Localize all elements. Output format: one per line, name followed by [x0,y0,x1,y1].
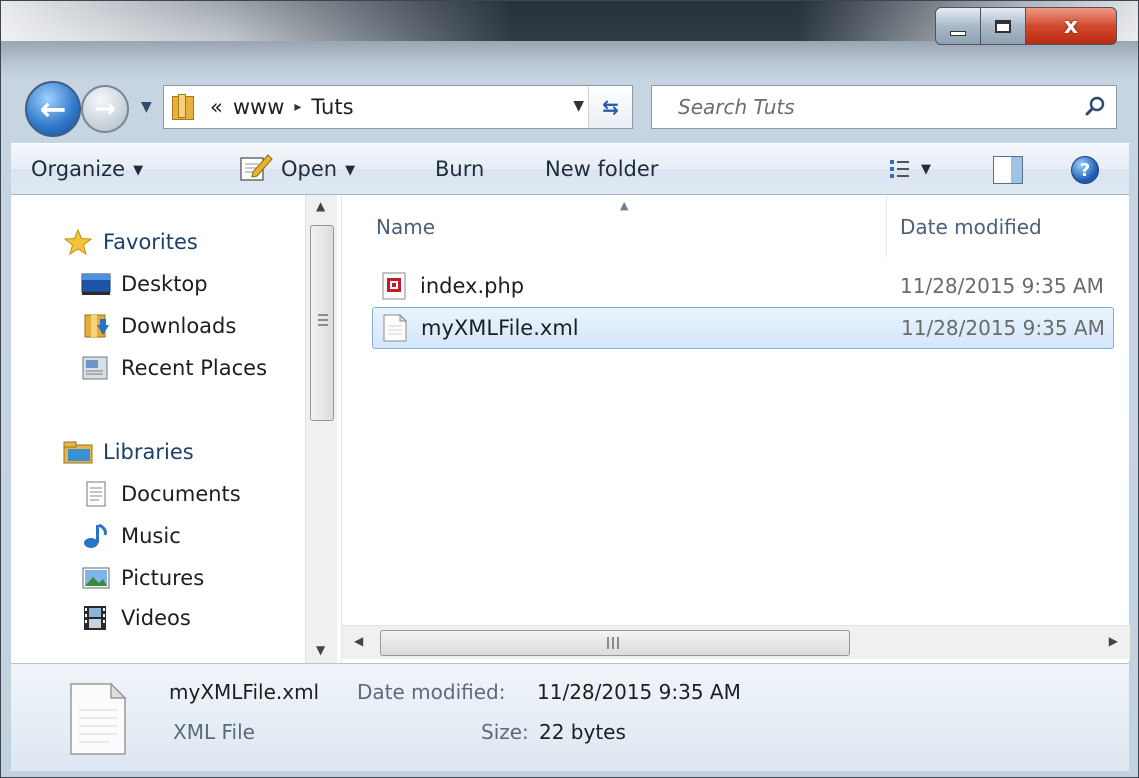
star-icon [63,229,93,255]
scroll-right-icon[interactable]: ▶ [1109,634,1118,648]
organize-dropdown-icon: ▼ [133,162,144,178]
nav-documents[interactable]: Documents [81,475,241,513]
new-folder-button[interactable]: New folder [545,157,658,181]
details-size-value: 22 bytes [539,720,626,744]
navigation-row: ← → ▼ « www ▸ Tuts ▼ ⇆ [1,63,1138,143]
scroll-up-icon[interactable]: ▲ [316,199,325,213]
organize-button[interactable]: Organize ▼ [31,157,143,181]
open-icon[interactable] [239,150,273,184]
recent-pages-dropdown[interactable]: ▼ [141,99,152,115]
nav-favorites[interactable]: Favorites [63,223,198,261]
file-row-index-php[interactable]: index.php 11/28/2015 9:35 AM [372,265,1114,307]
details-filename: myXMLFile.xml [169,680,320,704]
breadcrumb-www[interactable]: www [233,95,285,119]
horizontal-scrollbar[interactable]: ◀ ▶ [342,625,1130,659]
file-date: 11/28/2015 9:35 AM [901,316,1105,340]
folder-icon [172,94,200,120]
details-pane: myXMLFile.xml Date modified: 11/28/2015 … [11,663,1129,771]
nav-pictures[interactable]: Pictures [81,559,204,597]
file-name: index.php [420,274,525,298]
maximize-button[interactable] [980,7,1026,45]
recent-places-icon [82,356,108,380]
column-header-date-modified[interactable]: Date modified [900,215,1042,239]
file-row-myxmlfile-xml[interactable]: myXMLFile.xml 11/28/2015 9:35 AM [372,307,1114,349]
desktop-icon [81,273,111,295]
details-file-type: XML File [173,720,255,744]
libraries-icon [63,441,93,464]
minimize-icon [950,30,966,36]
documents-icon [86,481,106,507]
nav-videos[interactable]: Videos [81,599,191,637]
nav-desktop-label: Desktop [121,272,208,296]
nav-music[interactable]: Music [81,517,181,555]
column-header-name[interactable]: Name [376,215,435,239]
php-file-icon [382,272,406,300]
explorer-window: x ← → ▼ « www ▸ Tuts ▼ ⇆ Search Tuts Org… [0,0,1139,778]
file-name: myXMLFile.xml [421,316,579,340]
xml-file-large-icon [70,682,127,755]
help-icon[interactable]: ? [1071,156,1099,184]
address-bar[interactable]: « www ▸ Tuts ▼ ⇆ [163,85,633,129]
title-bar[interactable]: x [1,1,1138,63]
details-size-label: Size: [481,720,529,744]
pictures-icon [82,567,110,589]
forward-arrow-icon: → [94,94,116,124]
horizontal-scroll-thumb[interactable] [380,630,850,656]
nav-pictures-label: Pictures [121,566,205,590]
organize-label: Organize [31,157,126,181]
nav-libraries-label: Libraries [103,440,194,464]
file-list[interactable]: ▲ Name Date modified index.php 11/28/201… [341,195,1130,663]
maximize-icon [995,19,1011,33]
open-dropdown-icon: ▼ [345,162,356,178]
file-date: 11/28/2015 9:35 AM [900,274,1104,298]
music-icon [84,523,107,548]
nav-scrollbar[interactable]: ▲ ▼ [305,195,337,663]
minimize-button[interactable] [935,7,981,45]
videos-icon [84,606,106,630]
search-box[interactable] [651,85,1117,129]
refresh-icon: ⇆ [602,95,619,119]
scroll-left-icon[interactable]: ◀ [354,634,363,648]
command-bar: Organize ▼ Open ▼ Burn New folder ▼ ? [11,143,1129,195]
details-date-value: 11/28/2015 9:35 AM [537,680,741,704]
nav-documents-label: Documents [121,482,241,506]
nav-recent-places[interactable]: Recent Places [81,349,267,387]
back-button[interactable]: ← [25,81,81,137]
view-dropdown-icon[interactable]: ▼ [921,162,931,177]
nav-favorites-label: Favorites [103,230,198,254]
breadcrumb-separator[interactable]: ▸ [294,99,301,115]
close-button[interactable]: x [1025,7,1117,45]
search-icon[interactable] [1084,94,1108,118]
nav-recent-places-label: Recent Places [121,356,268,380]
content-area: Favorites Desktop Downloads Recent Place… [11,195,1130,663]
navigation-pane[interactable]: Favorites Desktop Downloads Recent Place… [11,195,341,663]
nav-desktop[interactable]: Desktop [81,265,208,303]
nav-downloads-label: Downloads [121,314,237,338]
nav-scroll-thumb[interactable] [310,225,334,421]
nav-music-label: Music [121,524,181,548]
column-divider[interactable] [886,195,887,257]
column-header-row: ▲ Name Date modified [342,195,1130,257]
change-view-icon[interactable] [889,158,911,180]
forward-button[interactable]: → [81,85,129,133]
nav-libraries[interactable]: Libraries [63,433,194,471]
refresh-button[interactable]: ⇆ [588,86,632,128]
details-date-label: Date modified: [357,680,506,704]
back-arrow-icon: ← [39,90,67,128]
open-label: Open [281,157,338,181]
preview-pane-icon[interactable] [993,156,1023,184]
xml-file-icon [383,314,408,342]
breadcrumb-tuts[interactable]: Tuts [311,95,353,119]
search-input[interactable] [678,95,1058,119]
address-dropdown-icon[interactable]: ▼ [573,98,584,114]
burn-button[interactable]: Burn [435,157,484,181]
downloads-folder-icon [84,314,109,338]
breadcrumb-overflow[interactable]: « [210,95,223,119]
nav-downloads[interactable]: Downloads [81,307,236,345]
nav-videos-label: Videos [121,606,191,630]
open-button[interactable]: Open ▼ [281,157,355,181]
scroll-down-icon[interactable]: ▼ [316,643,325,657]
close-icon: x [1063,13,1079,39]
sort-ascending-icon: ▲ [620,199,629,212]
